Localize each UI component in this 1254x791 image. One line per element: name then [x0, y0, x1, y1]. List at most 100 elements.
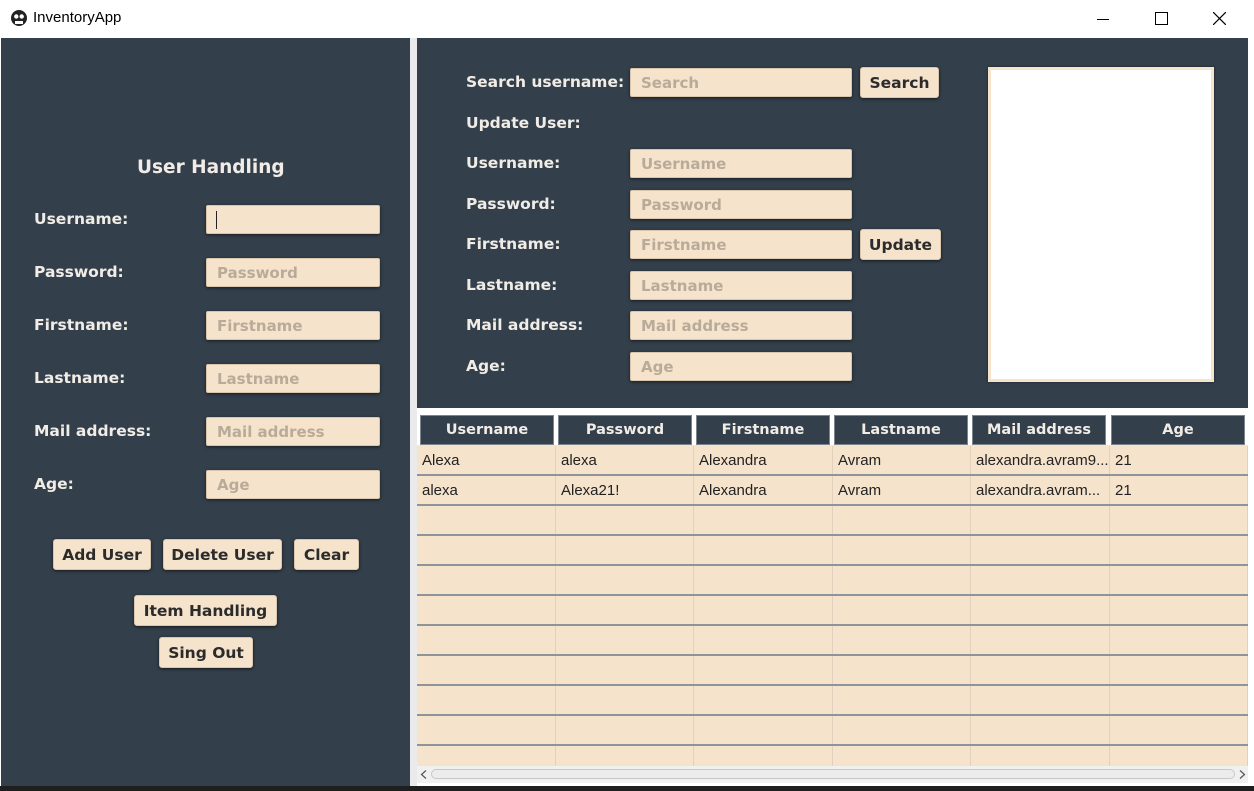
table-cell	[417, 536, 556, 564]
table-cell: 21	[1110, 476, 1248, 504]
search-username-label: Search username:	[466, 73, 625, 91]
table-cell	[833, 656, 971, 684]
table-cell	[417, 626, 556, 654]
table-cell	[1110, 596, 1248, 624]
mail-input[interactable]	[206, 417, 380, 446]
empty-table-row	[417, 506, 1248, 536]
table-row[interactable]: Alexa alexa Alexandra Avram alexandra.av…	[417, 446, 1248, 476]
update-password-label: Password:	[466, 195, 556, 213]
empty-table-row	[417, 746, 1248, 766]
password-label: Password:	[34, 263, 124, 281]
add-user-button[interactable]: Add User	[53, 539, 151, 570]
table-cell: alexandra.avram...	[971, 476, 1110, 504]
table-cell	[694, 596, 833, 624]
table-cell	[694, 506, 833, 534]
sign-out-button[interactable]: Sing Out	[159, 637, 253, 668]
table-cell	[833, 566, 971, 594]
table-cell	[833, 686, 971, 714]
table-cell	[1110, 506, 1248, 534]
empty-table-row	[417, 566, 1248, 596]
table-cell	[971, 626, 1110, 654]
horizontal-scrollbar[interactable]	[417, 766, 1248, 783]
scrollbar-thumb[interactable]	[431, 769, 1235, 779]
password-input[interactable]	[206, 258, 380, 287]
maximize-icon	[1154, 12, 1168, 25]
clear-button[interactable]: Clear	[294, 539, 359, 570]
update-lastname-input[interactable]	[630, 271, 852, 300]
title-bar: InventoryApp	[0, 0, 1254, 37]
table-cell	[971, 746, 1110, 766]
table-cell	[971, 506, 1110, 534]
age-label: Age:	[34, 475, 74, 493]
table-cell: 21	[1110, 446, 1248, 474]
empty-table-row	[417, 626, 1248, 656]
minimize-button[interactable]	[1074, 0, 1132, 37]
text-caret	[216, 211, 217, 229]
empty-table-row	[417, 596, 1248, 626]
table-cell	[971, 536, 1110, 564]
search-input[interactable]	[630, 68, 852, 97]
table-row[interactable]: alexa Alexa21! Alexandra Avram alexandra…	[417, 476, 1248, 506]
update-age-label: Age:	[466, 357, 506, 375]
update-mail-input[interactable]	[630, 311, 852, 340]
table-cell	[833, 746, 971, 766]
table-cell	[1110, 746, 1248, 766]
table-cell	[556, 596, 694, 624]
column-header-firstname[interactable]: Firstname	[696, 415, 830, 445]
update-age-input[interactable]	[630, 352, 852, 381]
user-handling-heading: User Handling	[137, 157, 285, 178]
item-handling-button[interactable]: Item Handling	[134, 595, 277, 626]
firstname-input[interactable]	[206, 311, 380, 340]
table-cell	[694, 656, 833, 684]
username-input[interactable]	[206, 205, 380, 234]
update-firstname-input[interactable]	[630, 230, 852, 259]
table-cell: alexandra.avram9...	[971, 446, 1110, 474]
search-button[interactable]: Search	[860, 67, 939, 98]
column-header-lastname[interactable]: Lastname	[834, 415, 968, 445]
scroll-right-icon[interactable]	[1238, 770, 1246, 779]
table-cell	[833, 596, 971, 624]
table-cell: Alexandra	[694, 476, 833, 504]
update-username-label: Username:	[466, 154, 561, 172]
empty-table-row	[417, 686, 1248, 716]
age-input[interactable]	[206, 470, 380, 499]
table-cell: Avram	[833, 446, 971, 474]
scroll-left-icon[interactable]	[420, 770, 428, 779]
lastname-input[interactable]	[206, 364, 380, 393]
panel-divider	[410, 38, 417, 786]
users-table[interactable]: Username Password Firstname Lastname Mai…	[417, 412, 1248, 766]
column-header-age[interactable]: Age	[1111, 415, 1245, 445]
empty-table-row	[417, 656, 1248, 686]
table-cell	[556, 566, 694, 594]
update-username-input[interactable]	[630, 149, 852, 178]
close-icon	[1212, 12, 1226, 25]
firstname-label: Firstname:	[34, 316, 129, 334]
close-button[interactable]	[1190, 0, 1248, 37]
delete-user-button[interactable]: Delete User	[163, 539, 282, 570]
table-cell	[971, 656, 1110, 684]
column-header-username[interactable]: Username	[420, 415, 554, 445]
table-cell	[417, 746, 556, 766]
lastname-label: Lastname:	[34, 369, 126, 387]
table-cell	[417, 596, 556, 624]
column-header-password[interactable]: Password	[558, 415, 692, 445]
update-mail-label: Mail address:	[466, 316, 584, 334]
table-cell	[417, 656, 556, 684]
username-label: Username:	[34, 210, 129, 228]
maximize-button[interactable]	[1132, 0, 1190, 37]
mail-label: Mail address:	[34, 422, 152, 440]
window-title: InventoryApp	[33, 9, 122, 26]
table-cell: alexa	[417, 476, 556, 504]
table-cell	[556, 746, 694, 766]
image-preview	[988, 67, 1214, 382]
table-cell	[556, 716, 694, 744]
table-cell: Alexa	[417, 446, 556, 474]
update-password-input[interactable]	[630, 190, 852, 219]
table-cell	[833, 506, 971, 534]
table-cell	[556, 536, 694, 564]
table-cell	[556, 656, 694, 684]
table-cell	[1110, 626, 1248, 654]
column-header-mail[interactable]: Mail address	[972, 415, 1106, 445]
update-button[interactable]: Update	[860, 229, 941, 260]
table-cell: alexa	[556, 446, 694, 474]
